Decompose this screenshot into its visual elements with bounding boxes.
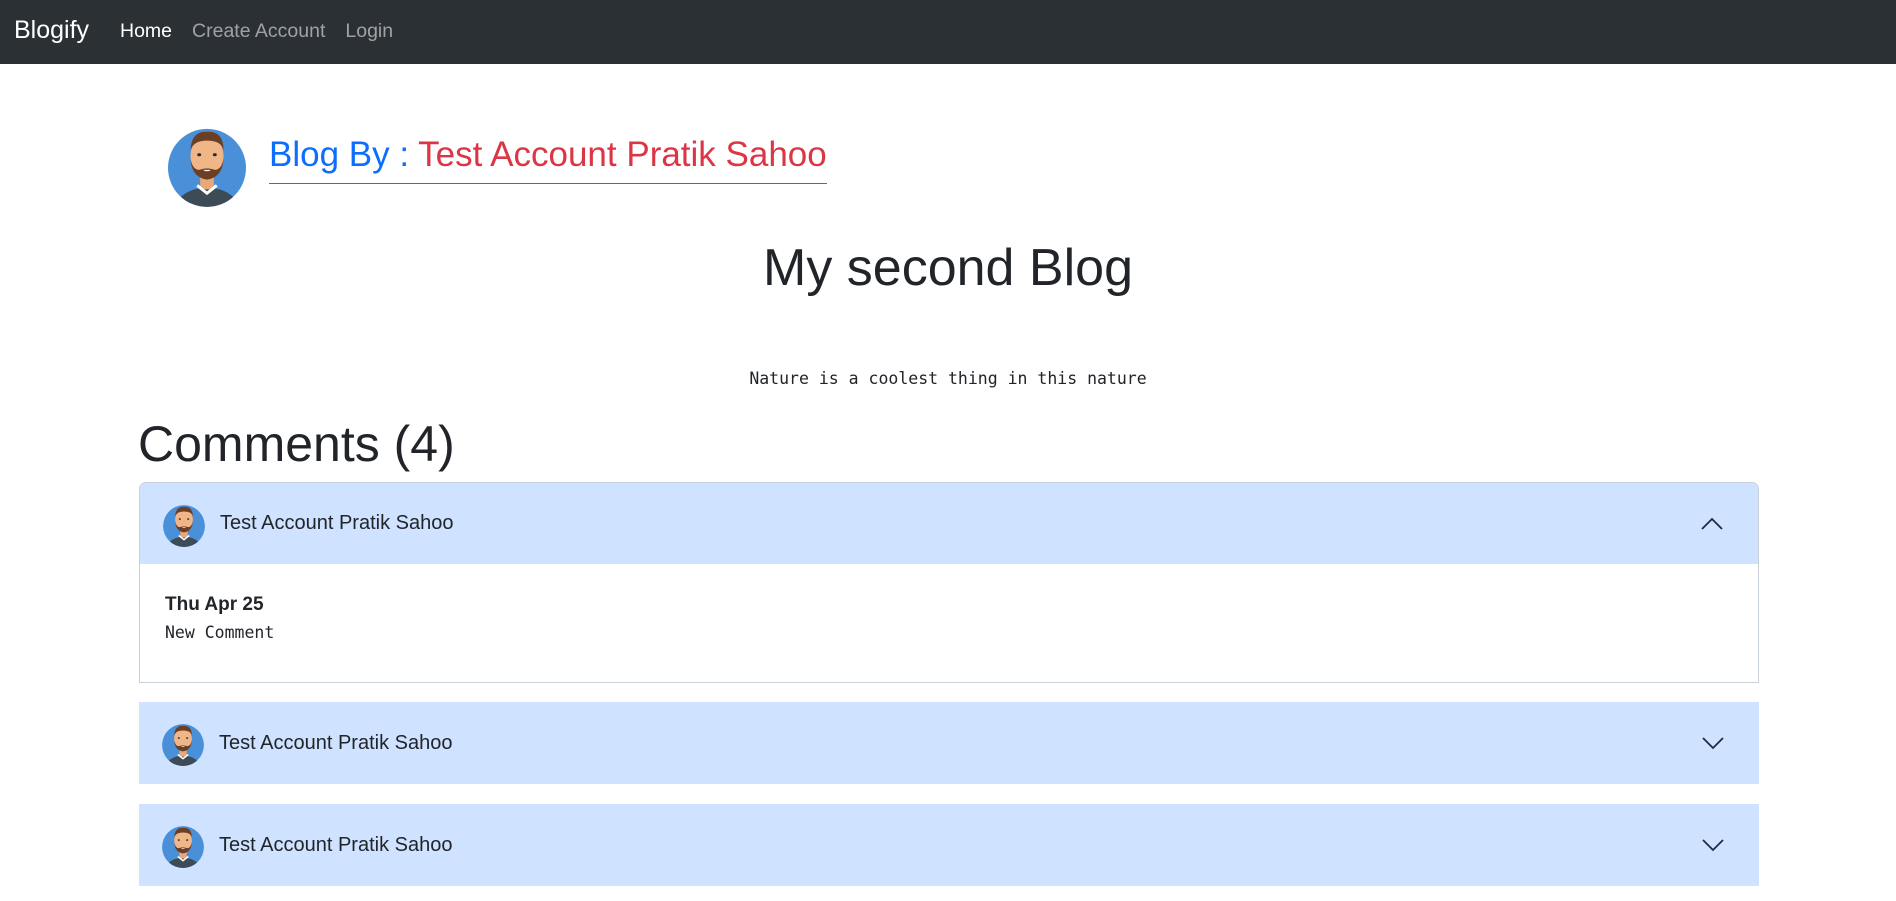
chevron-down-icon[interactable] (1701, 731, 1725, 755)
navbar: Blogify Home Create Account Login (0, 0, 1896, 64)
post-title: My second Blog (763, 239, 1133, 297)
comment-text: New Comment (165, 623, 275, 642)
comment-item: Test Account Pratik Sahoo Thu Apr 25 New… (139, 482, 1759, 683)
comments-heading: Comments (4) (138, 416, 455, 472)
author-prefix: Blog By : (269, 135, 419, 174)
comment-body: Thu Apr 25 New Comment (140, 564, 1758, 682)
comment-author: Test Account Pratik Sahoo (220, 512, 454, 534)
comment-header[interactable]: Test Account Pratik Sahoo (139, 804, 1759, 886)
chevron-down-icon[interactable] (1701, 833, 1725, 857)
comment-item: Test Account Pratik Sahoo (139, 804, 1759, 886)
author-name: Test Account Pratik Sahoo (418, 135, 827, 174)
chevron-up-icon[interactable] (1700, 512, 1724, 536)
comment-header[interactable]: Test Account Pratik Sahoo (140, 483, 1758, 564)
nav-home[interactable]: Home (110, 18, 182, 44)
nav-create-account[interactable]: Create Account (182, 18, 335, 44)
avatar-icon (162, 720, 204, 766)
post-body: Nature is a coolest thing in this nature (749, 369, 1147, 388)
comment-item: Test Account Pratik Sahoo (139, 702, 1759, 784)
comment-author: Test Account Pratik Sahoo (219, 833, 453, 856)
avatar-icon (168, 121, 246, 207)
avatar-icon (163, 501, 205, 547)
comment-date: Thu Apr 25 (165, 594, 264, 615)
comment-author: Test Account Pratik Sahoo (219, 731, 453, 754)
nav-login[interactable]: Login (335, 18, 403, 44)
nav-links: Home Create Account Login (110, 18, 403, 44)
comment-header[interactable]: Test Account Pratik Sahoo (139, 702, 1759, 784)
brand-logo[interactable]: Blogify (14, 14, 89, 46)
author-title[interactable]: Blog By : Test Account Pratik Sahoo (269, 133, 827, 184)
avatar-icon (162, 822, 204, 868)
author-header: Blog By : Test Account Pratik Sahoo (168, 121, 827, 207)
